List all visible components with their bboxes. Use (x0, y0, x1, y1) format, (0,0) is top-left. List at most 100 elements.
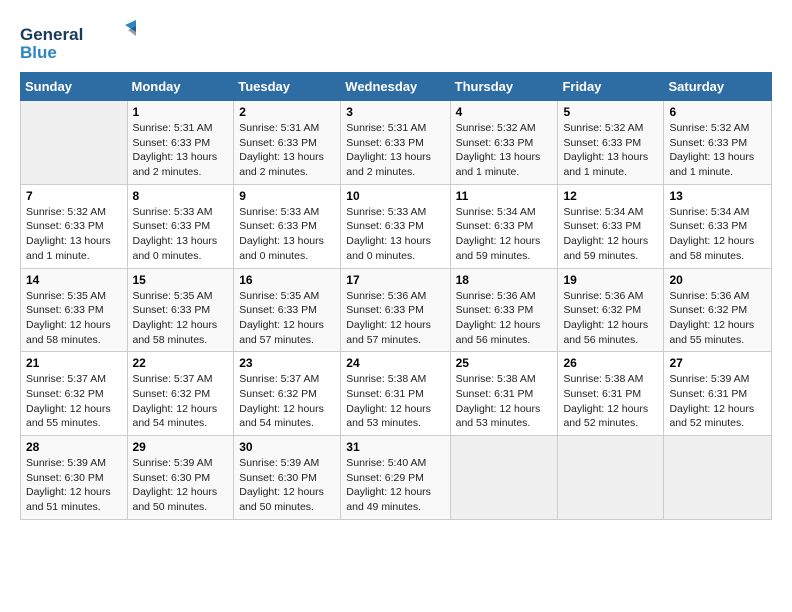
day-number: 29 (133, 440, 229, 454)
day-info: Sunrise: 5:35 AMSunset: 6:33 PMDaylight:… (133, 289, 229, 348)
day-number: 7 (26, 189, 122, 203)
weekday-header: Monday (127, 73, 234, 101)
calendar-cell: 15 Sunrise: 5:35 AMSunset: 6:33 PMDayligh… (127, 268, 234, 352)
calendar-cell (558, 436, 664, 520)
day-number: 25 (456, 356, 553, 370)
day-info: Sunrise: 5:34 AMSunset: 6:33 PMDaylight:… (563, 205, 658, 264)
calendar-cell: 8 Sunrise: 5:33 AMSunset: 6:33 PMDaylight… (127, 184, 234, 268)
day-number: 5 (563, 105, 658, 119)
day-info: Sunrise: 5:36 AMSunset: 6:33 PMDaylight:… (456, 289, 553, 348)
day-number: 11 (456, 189, 553, 203)
calendar-cell: 17 Sunrise: 5:36 AMSunset: 6:33 PMDayligh… (341, 268, 450, 352)
calendar-cell: 16Sunrise: 5:35 AMSunset: 6:33 PMDayligh… (234, 268, 341, 352)
calendar-cell: 30 Sunrise: 5:39 AMSunset: 6:30 PMDayligh… (234, 436, 341, 520)
calendar-cell (664, 436, 772, 520)
day-info: Sunrise: 5:35 AMSunset: 6:33 PMDaylight:… (26, 289, 122, 348)
calendar-cell: 10 Sunrise: 5:33 AMSunset: 6:33 PMDayligh… (341, 184, 450, 268)
calendar-cell: 6Sunrise: 5:32 AMSunset: 6:33 PMDaylight… (664, 101, 772, 185)
day-number: 15 (133, 273, 229, 287)
weekday-header: Sunday (21, 73, 128, 101)
calendar-cell: 23 Sunrise: 5:37 AMSunset: 6:32 PMDayligh… (234, 352, 341, 436)
day-info: Sunrise: 5:32 AMSunset: 6:33 PMDaylight:… (26, 205, 122, 264)
calendar-cell: 24Sunrise: 5:38 AMSunset: 6:31 PMDayligh… (341, 352, 450, 436)
day-info: Sunrise: 5:33 AMSunset: 6:33 PMDaylight:… (346, 205, 444, 264)
calendar-cell: 7 Sunrise: 5:32 AMSunset: 6:33 PMDaylight… (21, 184, 128, 268)
day-number: 27 (669, 356, 766, 370)
calendar-cell: 9 Sunrise: 5:33 AMSunset: 6:33 PMDaylight… (234, 184, 341, 268)
weekday-header: Thursday (450, 73, 558, 101)
day-info: Sunrise: 5:33 AMSunset: 6:33 PMDaylight:… (133, 205, 229, 264)
calendar-cell: 14Sunrise: 5:35 AMSunset: 6:33 PMDayligh… (21, 268, 128, 352)
calendar-cell: 4 Sunrise: 5:32 AMSunset: 6:33 PMDaylight… (450, 101, 558, 185)
day-number: 31 (346, 440, 444, 454)
calendar-week-row: 28 Sunrise: 5:39 AMSunset: 6:30 PMDayligh… (21, 436, 772, 520)
calendar-cell: 11 Sunrise: 5:34 AMSunset: 6:33 PMDayligh… (450, 184, 558, 268)
day-info: Sunrise: 5:34 AMSunset: 6:33 PMDaylight:… (669, 205, 766, 264)
day-info: Sunrise: 5:32 AMSunset: 6:33 PMDaylight:… (456, 121, 553, 180)
day-number: 30 (239, 440, 335, 454)
calendar-header: SundayMondayTuesdayWednesdayThursdayFrid… (21, 73, 772, 101)
calendar-cell: 29 Sunrise: 5:39 AMSunset: 6:30 PMDayligh… (127, 436, 234, 520)
day-info: Sunrise: 5:31 AMSunset: 6:33 PMDaylight:… (239, 121, 335, 180)
svg-text:General: General (20, 25, 83, 44)
calendar-cell: 12 Sunrise: 5:34 AMSunset: 6:33 PMDayligh… (558, 184, 664, 268)
svg-text:Blue: Blue (20, 43, 57, 62)
calendar-cell: 25Sunrise: 5:38 AMSunset: 6:31 PMDayligh… (450, 352, 558, 436)
day-info: Sunrise: 5:39 AMSunset: 6:30 PMDaylight:… (133, 456, 229, 515)
calendar-cell: 28 Sunrise: 5:39 AMSunset: 6:30 PMDayligh… (21, 436, 128, 520)
logo-svg: General Blue (20, 20, 140, 62)
day-number: 22 (133, 356, 229, 370)
page-header: General Blue (20, 20, 772, 62)
calendar-cell: 18 Sunrise: 5:36 AMSunset: 6:33 PMDayligh… (450, 268, 558, 352)
calendar-cell (21, 101, 128, 185)
day-info: Sunrise: 5:40 AMSunset: 6:29 PMDaylight:… (346, 456, 444, 515)
day-number: 26 (563, 356, 658, 370)
day-number: 4 (456, 105, 553, 119)
day-number: 20 (669, 273, 766, 287)
day-number: 9 (239, 189, 335, 203)
calendar-cell: 27 Sunrise: 5:39 AMSunset: 6:31 PMDayligh… (664, 352, 772, 436)
day-info: Sunrise: 5:34 AMSunset: 6:33 PMDaylight:… (456, 205, 553, 264)
day-info: Sunrise: 5:32 AMSunset: 6:33 PMDaylight:… (669, 121, 766, 180)
calendar-cell (450, 436, 558, 520)
day-number: 8 (133, 189, 229, 203)
day-number: 10 (346, 189, 444, 203)
calendar-week-row: 7 Sunrise: 5:32 AMSunset: 6:33 PMDaylight… (21, 184, 772, 268)
calendar-cell: 19 Sunrise: 5:36 AMSunset: 6:32 PMDayligh… (558, 268, 664, 352)
logo: General Blue (20, 20, 140, 62)
weekday-header: Friday (558, 73, 664, 101)
calendar-week-row: 21 Sunrise: 5:37 AMSunset: 6:32 PMDayligh… (21, 352, 772, 436)
day-info: Sunrise: 5:31 AMSunset: 6:33 PMDaylight:… (346, 121, 444, 180)
day-info: Sunrise: 5:38 AMSunset: 6:31 PMDaylight:… (563, 372, 658, 431)
weekday-header: Tuesday (234, 73, 341, 101)
calendar-cell: 2 Sunrise: 5:31 AMSunset: 6:33 PMDaylight… (234, 101, 341, 185)
day-info: Sunrise: 5:36 AMSunset: 6:33 PMDaylight:… (346, 289, 444, 348)
calendar-cell: 21Sunrise: 5:37 AMSunset: 6:32 PMDayligh… (21, 352, 128, 436)
day-info: Sunrise: 5:33 AMSunset: 6:33 PMDaylight:… (239, 205, 335, 264)
day-info: Sunrise: 5:31 AMSunset: 6:33 PMDaylight:… (133, 121, 229, 180)
day-number: 19 (563, 273, 658, 287)
day-number: 1 (133, 105, 229, 119)
day-number: 17 (346, 273, 444, 287)
calendar-week-row: 14Sunrise: 5:35 AMSunset: 6:33 PMDayligh… (21, 268, 772, 352)
day-info: Sunrise: 5:35 AMSunset: 6:33 PMDaylight:… (239, 289, 335, 348)
day-number: 2 (239, 105, 335, 119)
day-info: Sunrise: 5:37 AMSunset: 6:32 PMDaylight:… (239, 372, 335, 431)
day-number: 12 (563, 189, 658, 203)
day-info: Sunrise: 5:39 AMSunset: 6:31 PMDaylight:… (669, 372, 766, 431)
calendar-body: 1 Sunrise: 5:31 AMSunset: 6:33 PMDaylight… (21, 101, 772, 520)
weekday-row: SundayMondayTuesdayWednesdayThursdayFrid… (21, 73, 772, 101)
calendar-cell: 5Sunrise: 5:32 AMSunset: 6:33 PMDaylight… (558, 101, 664, 185)
day-number: 28 (26, 440, 122, 454)
day-number: 21 (26, 356, 122, 370)
day-info: Sunrise: 5:39 AMSunset: 6:30 PMDaylight:… (239, 456, 335, 515)
day-number: 23 (239, 356, 335, 370)
weekday-header: Wednesday (341, 73, 450, 101)
day-info: Sunrise: 5:36 AMSunset: 6:32 PMDaylight:… (669, 289, 766, 348)
calendar-cell: 31 Sunrise: 5:40 AMSunset: 6:29 PMDayligh… (341, 436, 450, 520)
calendar-cell: 20 Sunrise: 5:36 AMSunset: 6:32 PMDayligh… (664, 268, 772, 352)
day-number: 18 (456, 273, 553, 287)
day-info: Sunrise: 5:39 AMSunset: 6:30 PMDaylight:… (26, 456, 122, 515)
day-number: 3 (346, 105, 444, 119)
day-info: Sunrise: 5:36 AMSunset: 6:32 PMDaylight:… (563, 289, 658, 348)
